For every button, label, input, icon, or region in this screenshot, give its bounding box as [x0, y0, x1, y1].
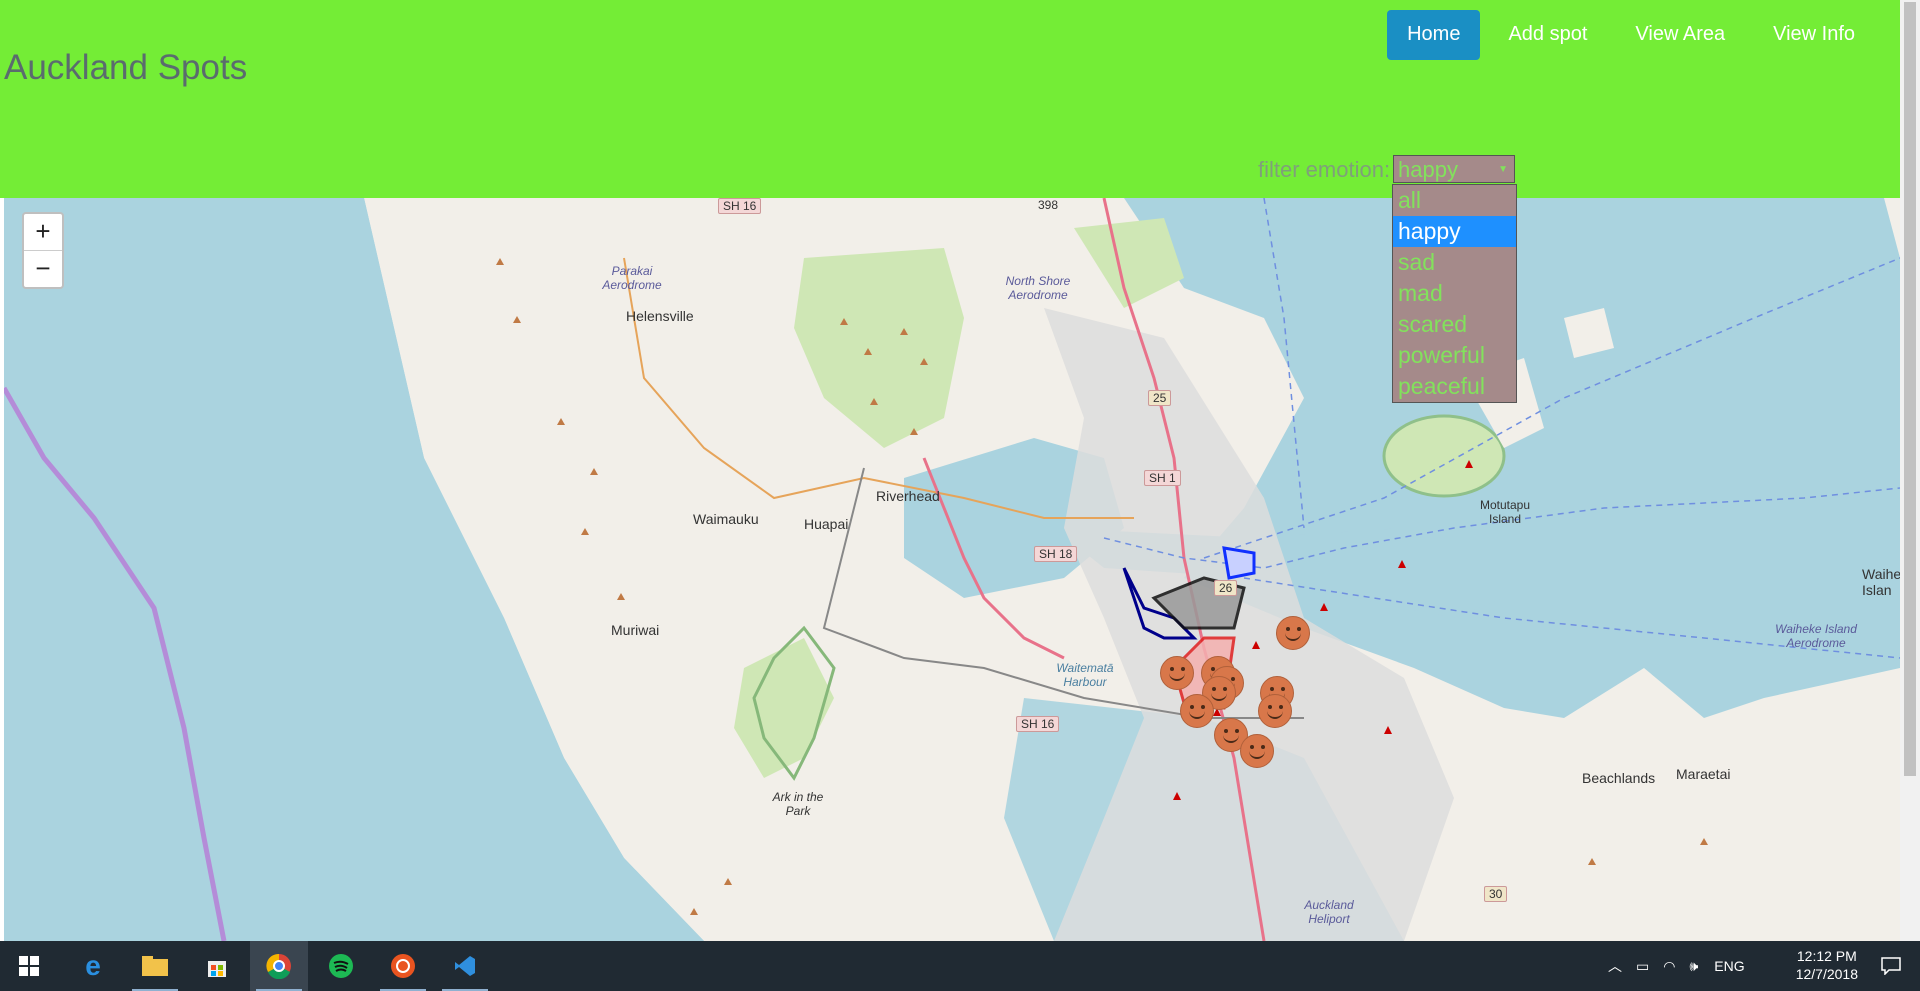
map-label-huapai: Huapai	[804, 516, 849, 532]
route-number: 398	[1038, 198, 1059, 212]
clock-time: 12:12 PM	[1796, 948, 1857, 964]
vscode-icon[interactable]	[436, 941, 494, 991]
zoom-out-button[interactable]: −	[24, 251, 62, 287]
language-indicator[interactable]: ENG	[1714, 958, 1744, 974]
map-label-motutapu: Motutapu Island	[1479, 498, 1531, 526]
chevron-up-icon[interactable]: ︿	[1608, 956, 1622, 976]
nav-view-area[interactable]: View Area	[1615, 10, 1745, 60]
zoom-control: + −	[22, 212, 64, 289]
highway-shield: SH 16	[1016, 716, 1060, 732]
ubuntu-icon[interactable]	[374, 941, 432, 991]
route-shield: 25	[1148, 390, 1172, 406]
scrollbar-thumb[interactable]	[1904, 2, 1916, 776]
highway-shield: SH 1	[1144, 470, 1181, 486]
taskbar: e ︿ ▭ ◠ 🕪 ENG 12:12 PM 12/7/2018	[0, 941, 1920, 991]
map-label-waimauku: Waimauku	[693, 511, 759, 527]
system-clock[interactable]: 12:12 PM 12/7/2018	[1796, 947, 1858, 983]
battery-icon[interactable]: ▭	[1636, 958, 1649, 975]
map-label-parakai: Parakai Aerodrome	[602, 264, 662, 292]
map-label-beachlands: Beachlands	[1582, 770, 1656, 786]
map-label-ark: Ark in the Park	[772, 790, 824, 818]
option-powerful[interactable]: powerful	[1393, 340, 1516, 371]
nav-add-spot[interactable]: Add spot	[1488, 10, 1607, 60]
filter-emotion-label: filter emotion:	[1258, 157, 1391, 182]
happy-spot-marker[interactable]	[1160, 656, 1194, 690]
highway-shield: SH 16	[718, 198, 762, 214]
wifi-icon[interactable]: ◠	[1663, 958, 1675, 975]
zoom-in-button[interactable]: +	[24, 214, 62, 251]
nav-home[interactable]: Home	[1387, 10, 1481, 60]
map-label-heliport: Auckland Heliport	[1304, 898, 1354, 926]
happy-spot-marker[interactable]	[1180, 694, 1214, 728]
clock-date: 12/7/2018	[1795, 966, 1858, 982]
chevron-down-icon: ▼	[1498, 164, 1508, 175]
option-scared[interactable]: scared	[1393, 309, 1516, 340]
vertical-scrollbar[interactable]	[1900, 0, 1920, 941]
option-sad[interactable]: sad	[1393, 247, 1516, 278]
option-mad[interactable]: mad	[1393, 278, 1516, 309]
map-label-helensville: Helensville	[626, 308, 694, 324]
site-title: Auckland Spots	[4, 48, 248, 87]
map-label-waitemata: Waitematā Harbour	[1056, 661, 1114, 689]
route-shield: 26	[1214, 580, 1238, 596]
happy-spot-marker[interactable]	[1258, 694, 1292, 728]
happy-spot-marker[interactable]	[1276, 616, 1310, 650]
option-all[interactable]: all	[1393, 185, 1516, 216]
option-peaceful[interactable]: peaceful	[1393, 371, 1516, 402]
windows-start-icon[interactable]	[0, 941, 58, 991]
store-icon[interactable]	[188, 941, 246, 991]
main-nav: Home Add spot View Area View Info	[1387, 10, 1875, 60]
filter-selected-value: happy	[1398, 157, 1458, 182]
file-explorer-icon[interactable]	[126, 941, 184, 991]
map-label-waiheke: Waihe Islan	[1862, 566, 1900, 598]
highway-shield: SH 18	[1034, 546, 1078, 562]
map-label-muriwai: Muriwai	[611, 622, 660, 638]
filter-emotion-dropdown: all happy sad mad scared powerful peacef…	[1392, 184, 1517, 403]
edge-browser-icon[interactable]: e	[64, 941, 122, 991]
chrome-icon[interactable]	[250, 941, 308, 991]
nav-view-info[interactable]: View Info	[1753, 10, 1875, 60]
notification-icon[interactable]	[1862, 941, 1920, 991]
spotify-icon[interactable]	[312, 941, 370, 991]
map-label-north-shore: North Shore Aerodrome	[1005, 274, 1071, 302]
map-label-riverhead: Riverhead	[876, 488, 940, 504]
option-happy[interactable]: happy	[1393, 216, 1516, 247]
filter-emotion-select[interactable]: happy ▼	[1393, 155, 1515, 183]
volume-icon[interactable]: 🕪	[1689, 958, 1698, 975]
map-background	[4, 198, 1900, 941]
map-label-maraetai: Maraetai	[1676, 766, 1731, 782]
route-shield: 30	[1484, 886, 1508, 902]
map-label-waiheke-aerodrome: Waiheke Island Aerodrome	[1775, 622, 1857, 650]
map[interactable]: + − Helensville Riverhead Waimauku Huapa…	[4, 198, 1900, 941]
header: Auckland Spots Home Add spot View Area V…	[0, 0, 1900, 198]
happy-spot-marker[interactable]	[1240, 734, 1274, 768]
